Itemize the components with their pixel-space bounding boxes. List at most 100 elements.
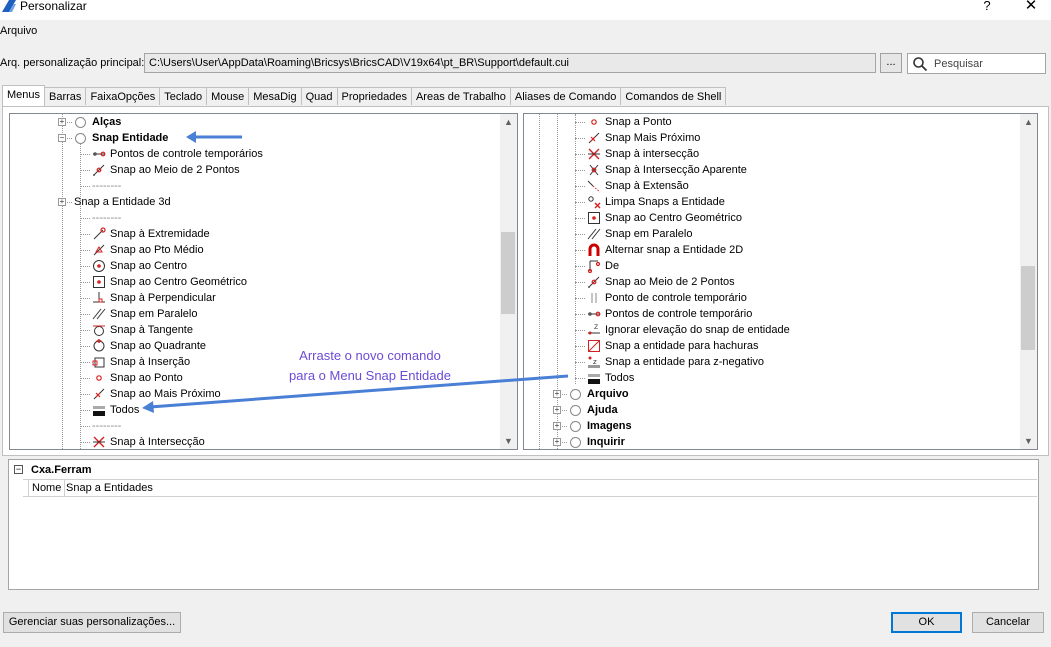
- z-negative-icon: z: [587, 355, 601, 369]
- tree-connector: [575, 170, 585, 171]
- collapse-icon[interactable]: −: [14, 465, 23, 474]
- scroll-up-arrow-icon[interactable]: ▲: [500, 114, 517, 130]
- radio-icon: [75, 117, 86, 128]
- left-scrollbar[interactable]: ▲ ▼: [500, 114, 517, 449]
- tab-shell-commands[interactable]: Comandos de Shell: [620, 87, 727, 105]
- tree-item-label: Todos: [110, 404, 140, 416]
- close-button[interactable]: ✕: [1022, 0, 1040, 16]
- tree-connector: [80, 298, 90, 299]
- tree-item-label: Snap em Paralelo: [110, 308, 198, 320]
- tree-connector: [80, 426, 90, 427]
- parallel-snap-icon: [587, 227, 601, 241]
- tree-connector: [575, 330, 585, 331]
- temp-point-icon: [587, 291, 601, 305]
- property-name-value[interactable]: Snap a Entidades: [66, 480, 153, 496]
- browse-button[interactable]: ...: [880, 53, 902, 73]
- tree-connector: [80, 378, 90, 379]
- tree-connector: [80, 330, 90, 331]
- expand-icon[interactable]: +: [553, 422, 561, 430]
- tree-connector: [575, 218, 585, 219]
- collapse-icon[interactable]: −: [58, 134, 66, 142]
- tree-item-label: Snap à intersecção: [605, 148, 700, 160]
- tab-menus[interactable]: Menus: [2, 85, 46, 106]
- tab-command-aliases[interactable]: Aliases de Comando: [509, 87, 622, 105]
- geometric-center-icon: [92, 275, 106, 289]
- tree-item-label: Snap à Extremidade: [110, 228, 210, 240]
- tree-connector: [80, 234, 90, 235]
- ok-button[interactable]: OK: [891, 612, 962, 633]
- search-input[interactable]: Pesquisar: [907, 53, 1046, 74]
- hatch-snap-icon: [587, 339, 601, 353]
- right-command-tree[interactable]: ▲ ▼ Snap a Ponto Snap Mais Próximo Snap à …: [523, 113, 1038, 450]
- tab-mouse[interactable]: Mouse: [206, 87, 250, 105]
- tree-guide-line: [62, 114, 63, 449]
- all-snaps-icon: [587, 371, 601, 385]
- menu-file[interactable]: Arquivo: [0, 25, 37, 37]
- tab-tablet[interactable]: MesaDig: [248, 87, 302, 105]
- tree-item-label: Pontos de controle temporários: [110, 148, 263, 160]
- expand-icon[interactable]: +: [58, 118, 66, 126]
- tree-connector: [575, 154, 585, 155]
- tree-connector: [80, 154, 90, 155]
- tab-quad[interactable]: Quad: [300, 87, 338, 105]
- tree-connector: [575, 298, 585, 299]
- tree-item-label: Snap ao Meio de 2 Pontos: [110, 164, 240, 176]
- tree-item-label: Arquivo: [587, 388, 629, 400]
- tree-item-label: Alternar snap a Entidade 2D: [605, 244, 744, 256]
- tree-connector: [80, 186, 90, 187]
- tree-connector: [575, 138, 585, 139]
- properties-title: Cxa.Ferram: [31, 464, 92, 476]
- tree-connector: [575, 186, 585, 187]
- tree-item-label: De: [605, 260, 620, 272]
- cancel-button[interactable]: Cancelar: [972, 612, 1044, 633]
- expand-icon[interactable]: +: [553, 438, 561, 446]
- tree-item-label: Snap à Intersecção Aparente: [605, 164, 747, 176]
- tree-connector: [80, 282, 90, 283]
- left-menu-tree[interactable]: ▲ ▼ + Alças − Snap Entidade Pontos de contro…: [9, 113, 518, 450]
- tree-item-label: Snap ao Meio de 2 Pontos: [605, 276, 735, 288]
- scroll-down-arrow-icon[interactable]: ▼: [500, 433, 517, 449]
- expand-icon[interactable]: +: [58, 198, 66, 206]
- tree-item-label: Snap ao Centro Geométrico: [605, 212, 742, 224]
- svg-text:z: z: [593, 358, 597, 366]
- main-file-label: Arq. personalização principal:: [0, 57, 145, 69]
- radio-icon: [570, 405, 581, 416]
- title-bar: Personalizar ? ✕: [0, 0, 1051, 20]
- scrollbar-thumb[interactable]: [1021, 266, 1035, 350]
- tab-ribbon[interactable]: FaixaOpções: [85, 87, 161, 105]
- tab-properties[interactable]: Propriedades: [336, 87, 412, 105]
- window-title: Personalizar: [20, 0, 87, 13]
- main-file-path-field[interactable]: C:\Users\User\AppData\Roaming\Bricsys\Br…: [144, 53, 876, 73]
- tree-item-label: Snap em Paralelo: [605, 228, 693, 240]
- tree-guide-line: [80, 138, 81, 449]
- expand-icon[interactable]: +: [553, 390, 561, 398]
- radio-icon: [570, 421, 581, 432]
- perpendicular-snap-icon: [92, 291, 106, 305]
- tree-connector: [575, 234, 585, 235]
- midpoint-between-icon: [92, 163, 106, 177]
- all-snaps-icon: [92, 403, 106, 417]
- scroll-down-arrow-icon[interactable]: ▼: [1020, 433, 1037, 449]
- help-button[interactable]: ?: [980, 0, 994, 14]
- extension-snap-icon: [587, 179, 601, 193]
- tab-workspaces[interactable]: Areas de Trabalho: [410, 87, 511, 105]
- manage-customizations-button[interactable]: Gerenciar suas personalizações...: [3, 612, 181, 633]
- tab-bars[interactable]: Barras: [44, 87, 87, 105]
- tree-connector: [575, 202, 585, 203]
- scroll-up-arrow-icon[interactable]: ▲: [1020, 114, 1037, 130]
- tree-connector: [80, 394, 90, 395]
- temp-tracking-icon: [92, 147, 106, 161]
- tree-item-label: Snap a Entidade 3d: [74, 196, 171, 208]
- scrollbar-thumb[interactable]: [501, 232, 515, 314]
- clear-snaps-icon: [587, 195, 601, 209]
- tree-connector: [575, 378, 585, 379]
- tree-item-label: Snap à Extensão: [605, 180, 689, 192]
- right-scrollbar[interactable]: ▲ ▼: [1020, 114, 1037, 449]
- tree-connector: [575, 282, 585, 283]
- tree-connector: [80, 362, 90, 363]
- center-snap-icon: [92, 259, 106, 273]
- tab-keyboard[interactable]: Teclado: [159, 87, 208, 105]
- radio-icon: [75, 133, 86, 144]
- expand-icon[interactable]: +: [553, 406, 561, 414]
- apparent-intersection-icon: [587, 163, 601, 177]
